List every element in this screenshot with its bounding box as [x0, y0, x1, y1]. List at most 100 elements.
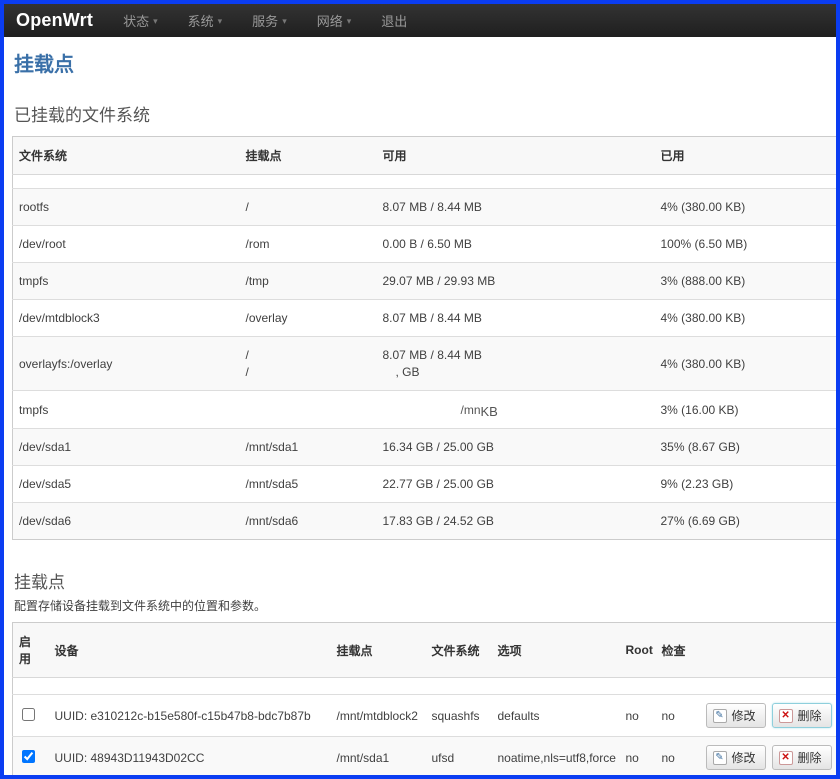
- enable-checkbox[interactable]: [22, 708, 35, 721]
- mount-point-cell: /mnt/sda6: [240, 503, 377, 540]
- edit-icon: ✎: [713, 709, 727, 723]
- mount-config-row: UUID: e310212c-b15e580f-c15b47b8-bdc7b87…: [13, 695, 837, 737]
- actions-cell: ✎修改✕删除: [700, 737, 837, 779]
- nav-item-2[interactable]: 系统▾: [188, 11, 223, 30]
- mount-point-cell: /mnt/mtdblock2: [331, 695, 426, 737]
- mount-point-cell: /rom: [240, 226, 377, 263]
- spacer-row: [13, 678, 837, 695]
- caret-down-icon: ▾: [282, 16, 287, 27]
- available-text: 8.07 MB / 8.44 MB: [383, 348, 649, 362]
- device-uuid-cell: UUID: e310212c-b15e580f-c15b47b8-bdc7b87…: [49, 695, 331, 737]
- mount-points-table: 启用设备挂载点文件系统选项Root检查 UUID: e310212c-b15e58…: [12, 622, 837, 779]
- nav-item-label: 服务: [252, 11, 278, 30]
- mounted-filesystems-heading: 已挂载的文件系统: [14, 101, 826, 126]
- main-content: 挂载点 已挂载的文件系统 文件系统挂载点可用已用 rootfs / 8.07 MB /…: [4, 48, 836, 779]
- nav-item-5[interactable]: 退出: [381, 11, 407, 30]
- glitch-fragment-b: KB: [481, 404, 498, 419]
- mount-config-row: UUID: 48943D11943D02CC/mnt/sda1ufsdnoati…: [13, 737, 837, 779]
- fs-name-cell: /dev/sda6: [13, 503, 240, 540]
- caret-down-icon: ▾: [347, 16, 352, 27]
- mount-point-cell: /mnt/sda5: [240, 466, 377, 503]
- mounts-table-header-row: 启用设备挂载点文件系统选项Root检查: [13, 623, 837, 678]
- available-text: 16.34 GB / 25.00 GB: [383, 440, 649, 454]
- fs-name-cell: /dev/sda5: [13, 466, 240, 503]
- available-cell: 17.83 GB / 24.52 GB: [377, 503, 655, 540]
- enable-cell: [13, 695, 49, 737]
- available-cell: 22.77 GB / 25.00 GB: [377, 466, 655, 503]
- nav-item-label: 状态: [123, 11, 149, 30]
- available-cell: 8.07 MB / 8.44 MB: [377, 300, 655, 337]
- check-cell: no: [656, 737, 700, 779]
- mounted-fs-row: /dev/root/rom0.00 B / 6.50 MB100% (6.50 …: [13, 226, 837, 263]
- actions-cell: ✎ 修改 ✕删除: [700, 695, 837, 737]
- mount-point-text: /: [246, 348, 371, 362]
- openwrt-logo: OpenWrt: [16, 10, 93, 31]
- edit-icon: ✎: [713, 751, 727, 765]
- nav-item-4[interactable]: 网络 ▾: [317, 11, 352, 30]
- mounted-fs-row: /dev/sda6/mnt/sda617.83 GB / 24.52 GB27%…: [13, 503, 837, 540]
- mounted-col-header-2: 挂载点: [240, 137, 377, 175]
- mount-point-text: /mnt/sda1: [246, 440, 371, 454]
- glitch-fragment-a: /mn: [461, 403, 481, 417]
- used-cell: 3% (16.00 KB): [655, 391, 837, 429]
- mount-point-cell: /overlay: [240, 300, 377, 337]
- glitch-text-fragment: /mnKB: [461, 403, 498, 417]
- page-title: 挂载点: [14, 48, 826, 77]
- available-text: , GB: [396, 365, 649, 379]
- mounted-table-header-row: 文件系统挂载点可用已用: [13, 137, 837, 175]
- edit-button-label: 修改: [732, 707, 756, 724]
- nav-item-label: 系统: [188, 11, 214, 30]
- used-cell: 4% (380.00 KB): [655, 337, 837, 391]
- filesystem-cell: ufsd: [426, 737, 492, 779]
- mounts-col-header-7: 检查: [656, 623, 700, 678]
- nav-item-label: 网络: [317, 11, 343, 30]
- mounted-fs-row: /dev/sda1/mnt/sda116.34 GB / 25.00 GB35%…: [13, 429, 837, 466]
- fs-name-cell: overlayfs:/overlay: [13, 337, 240, 391]
- mount-point-cell: /tmp: [240, 263, 377, 300]
- mounted-fs-row: tmpfs/mnKB 3% (16.00 KB): [13, 391, 837, 429]
- available-text: 29.07 MB / 29.93 MB: [383, 274, 649, 288]
- nav-menu: 状态 ▾ 系统▾ 服务 ▾ 网络 ▾ 退出: [123, 11, 437, 30]
- edit-button[interactable]: ✎修改: [706, 745, 766, 770]
- used-cell: 9% (2.23 GB): [655, 466, 837, 503]
- mounted-col-header-3: 可用: [377, 137, 655, 175]
- mount-point-text: /mnt/sda5: [246, 477, 371, 491]
- options-cell: noatime,nls=utf8,force: [492, 737, 620, 779]
- available-text: 17.83 GB / 24.52 GB: [383, 514, 649, 528]
- delete-button-label: 删除: [798, 749, 822, 766]
- available-cell: 16.34 GB / 25.00 GB: [377, 429, 655, 466]
- mount-point-cell: /mnt/sda1: [331, 737, 426, 779]
- fs-name-cell: tmpfs: [13, 263, 240, 300]
- delete-icon: ✕: [779, 709, 793, 723]
- caret-down-icon: ▾: [153, 16, 158, 27]
- mount-point-cell: [240, 391, 377, 429]
- openwrt-admin-page: OpenWrt 状态 ▾ 系统▾ 服务 ▾ 网络 ▾ 退出 挂载点 已挂载的文件系统 文件系统…: [0, 0, 840, 779]
- mounts-col-header-3: 挂载点: [331, 623, 426, 678]
- root-cell: no: [620, 737, 656, 779]
- mount-point-text: /tmp: [246, 274, 371, 288]
- root-cell: no: [620, 695, 656, 737]
- available-cell: 8.07 MB / 8.44 MB: [377, 189, 655, 226]
- mounted-fs-row: /dev/mtdblock3/overlay8.07 MB / 8.44 MB4…: [13, 300, 837, 337]
- fs-name-cell: rootfs: [13, 189, 240, 226]
- mounts-col-header-4: 文件系统: [426, 623, 492, 678]
- edit-button[interactable]: ✎ 修改: [706, 703, 766, 728]
- fs-name-cell: /dev/root: [13, 226, 240, 263]
- enable-checkbox[interactable]: [22, 750, 35, 763]
- mounts-col-header-5: 选项: [492, 623, 620, 678]
- mounted-col-header-1: 文件系统: [13, 137, 240, 175]
- top-navbar: OpenWrt 状态 ▾ 系统▾ 服务 ▾ 网络 ▾ 退出: [4, 4, 836, 37]
- enable-cell: [13, 737, 49, 779]
- delete-button[interactable]: ✕删除: [772, 745, 832, 770]
- nav-item-1[interactable]: 状态 ▾: [123, 11, 158, 30]
- available-text: 22.77 GB / 25.00 GB: [383, 477, 649, 491]
- nav-item-3[interactable]: 服务 ▾: [252, 11, 287, 30]
- used-cell: 35% (8.67 GB): [655, 429, 837, 466]
- available-cell: 29.07 MB / 29.93 MB: [377, 263, 655, 300]
- spacer-row: [13, 175, 837, 189]
- mounted-fs-row: tmpfs/tmp29.07 MB / 29.93 MB3% (888.00 K…: [13, 263, 837, 300]
- available-cell: 0.00 B / 6.50 MB: [377, 226, 655, 263]
- fs-name-cell: tmpfs: [13, 391, 240, 429]
- mount-points-heading: 挂载点: [14, 568, 826, 593]
- delete-button[interactable]: ✕删除: [772, 703, 832, 728]
